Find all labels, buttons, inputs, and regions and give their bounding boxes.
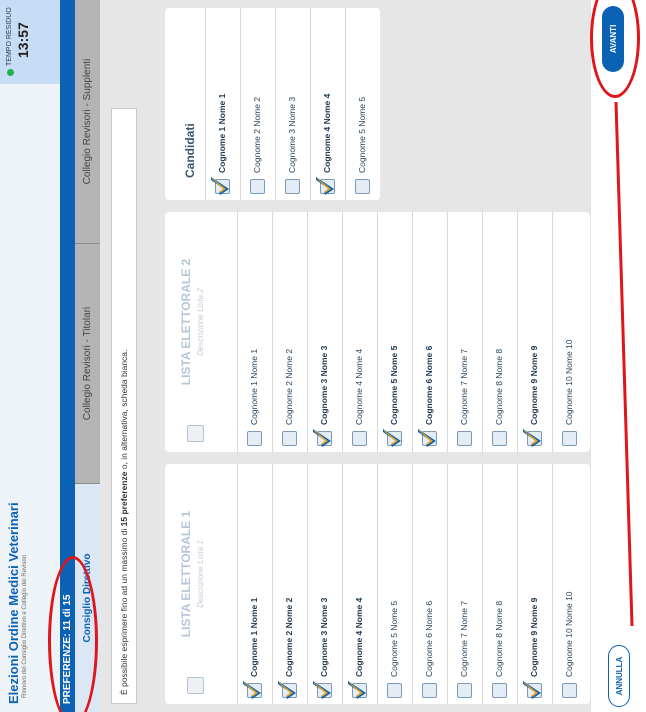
annotation-line <box>614 101 634 627</box>
rotated-screen: Elezioni Ordine Medici Veterinari Rinnov… <box>0 0 646 712</box>
annotation-arrow-line <box>614 101 634 627</box>
